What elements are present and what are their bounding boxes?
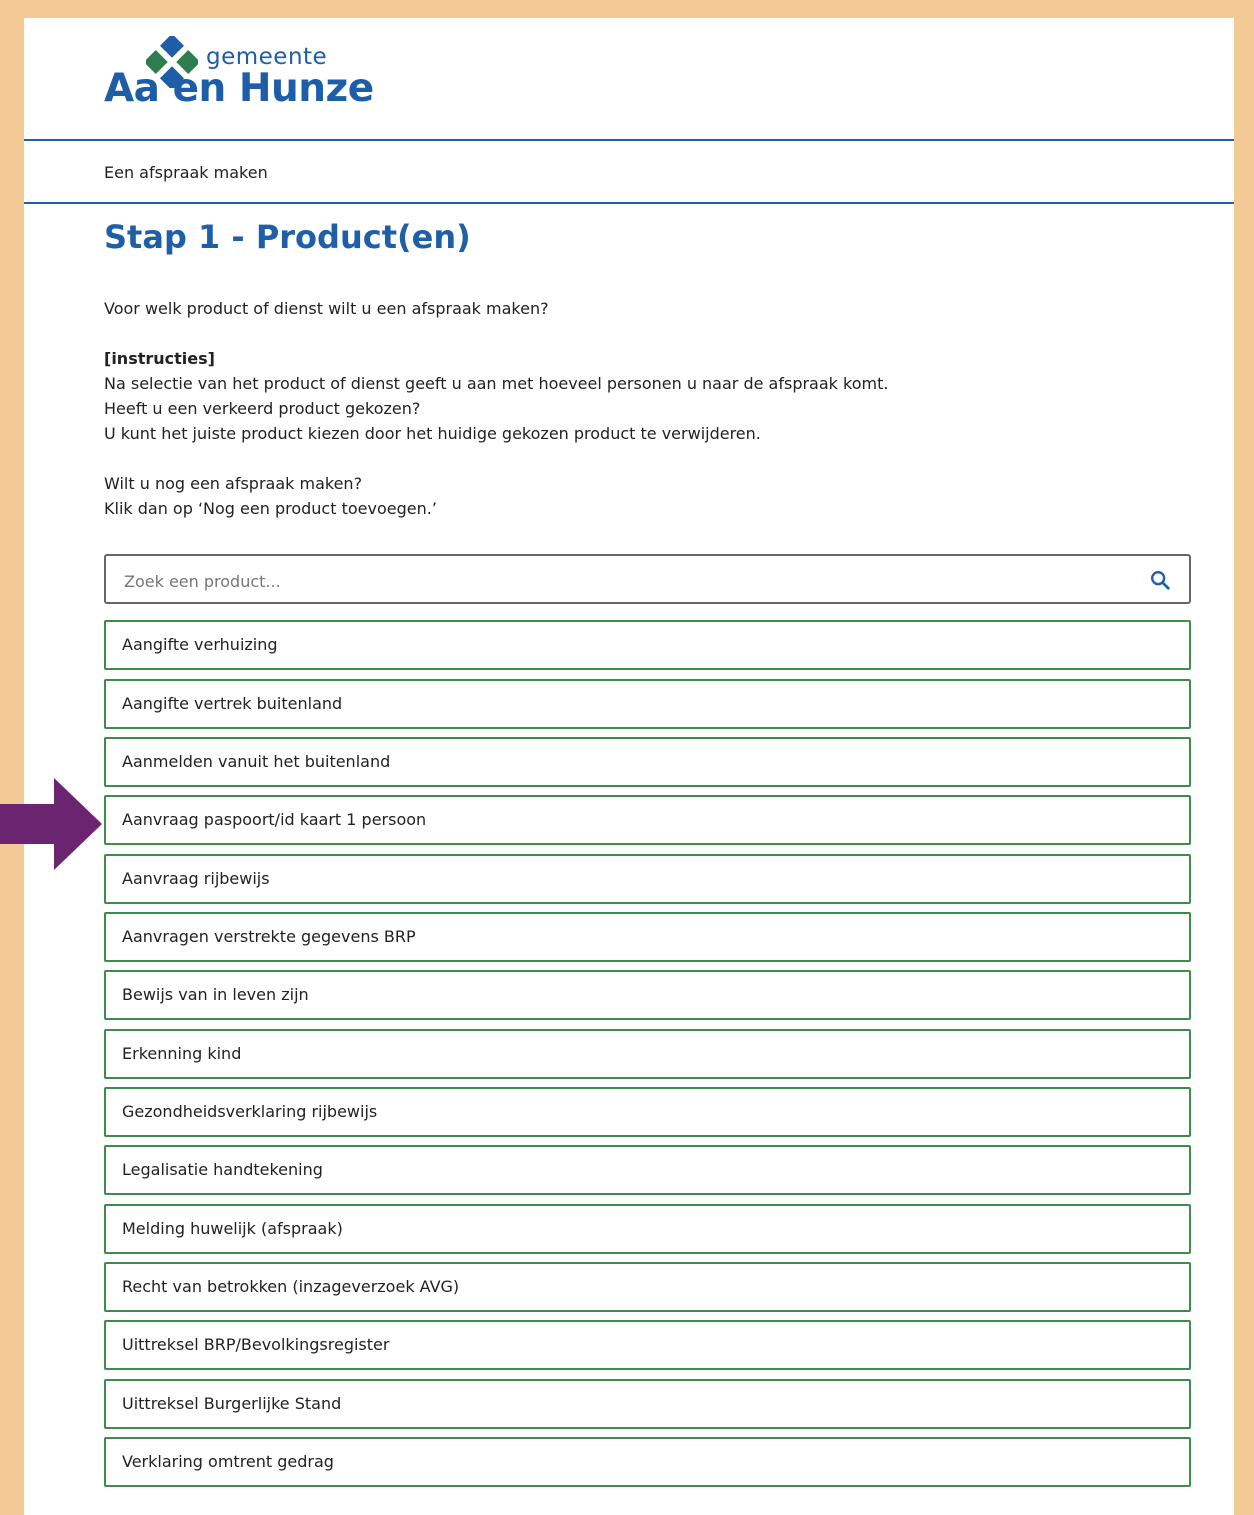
product-label: Aanvragen verstrekte gegevens BRP (122, 927, 416, 946)
product-search-input[interactable] (122, 568, 1106, 594)
product-option[interactable]: Aangifte vertrek buitenland (104, 679, 1191, 729)
logo-text-name: Aa en Hunze (104, 66, 374, 111)
product-label: Aanmelden vanuit het buitenland (122, 752, 391, 771)
page-title: Stap 1 - Product(en) (104, 218, 471, 256)
product-option[interactable]: Uittreksel Burgerlijke Stand (104, 1379, 1191, 1429)
product-option[interactable]: Aanvraag rijbewijs (104, 854, 1191, 904)
product-option[interactable]: Erkenning kind (104, 1029, 1191, 1079)
breadcrumb-divider (24, 202, 1234, 204)
product-label: Legalisatie handtekening (122, 1160, 323, 1179)
product-option[interactable]: Recht van betrokken (inzageverzoek AVG) (104, 1262, 1191, 1312)
product-label: Aangifte vertrek buitenland (122, 694, 343, 713)
page-frame: gemeente Aa en Hunze Een afspraak maken … (18, 18, 1240, 1515)
product-option[interactable]: Uittreksel BRP/Bevolkingsregister (104, 1320, 1191, 1370)
header-divider (24, 139, 1234, 141)
product-label: Aangifte verhuizing (122, 635, 278, 654)
product-label: Aanvraag paspoort/id kaart 1 persoon (122, 810, 427, 829)
instruction-line: Na selectie van het product of dienst ge… (104, 374, 889, 393)
municipality-logo[interactable]: gemeente Aa en Hunze (104, 36, 394, 132)
search-icon[interactable] (1149, 569, 1171, 591)
breadcrumb: Een afspraak maken (104, 163, 268, 182)
product-label: Bewijs van in leven zijn (122, 985, 309, 1004)
product-label: Gezondheidsverklaring rijbewijs (122, 1102, 378, 1121)
site-header: gemeente Aa en Hunze (24, 18, 1234, 140)
instruction-line: Heeft u een verkeerd product gekozen? (104, 399, 421, 418)
product-option[interactable]: Legalisatie handtekening (104, 1145, 1191, 1195)
again-line: Wilt u nog een afspraak maken? (104, 474, 363, 493)
product-option[interactable]: Bewijs van in leven zijn (104, 970, 1191, 1020)
product-label: Melding huwelijk (afspraak) (122, 1219, 343, 1238)
product-search-box (104, 554, 1191, 604)
product-option[interactable]: Aanmelden vanuit het buitenland (104, 737, 1191, 787)
product-option[interactable]: Gezondheidsverklaring rijbewijs (104, 1087, 1191, 1137)
instructions-label: [instructies] (104, 349, 215, 368)
product-label: Verklaring omtrent gedrag (122, 1452, 334, 1471)
product-label: Recht van betrokken (inzageverzoek AVG) (122, 1277, 460, 1296)
product-option[interactable]: Melding huwelijk (afspraak) (104, 1204, 1191, 1254)
product-label: Erkenning kind (122, 1044, 242, 1063)
again-line: Klik dan op ‘Nog een product toevoegen.’ (104, 499, 437, 518)
intro-question: Voor welk product of dienst wilt u een a… (104, 299, 549, 318)
product-label: Aanvraag rijbewijs (122, 869, 270, 888)
highlight-arrow-icon (0, 778, 102, 870)
intro-text: Voor welk product of dienst wilt u een a… (104, 296, 1104, 521)
product-option[interactable]: Aanvragen verstrekte gegevens BRP (104, 912, 1191, 962)
product-option[interactable]: Aangifte verhuizing (104, 620, 1191, 670)
product-option[interactable]: Verklaring omtrent gedrag (104, 1437, 1191, 1487)
product-label: Uittreksel Burgerlijke Stand (122, 1394, 342, 1413)
instruction-line: U kunt het juiste product kiezen door he… (104, 424, 761, 443)
product-option-passport[interactable]: Aanvraag paspoort/id kaart 1 persoon (104, 795, 1191, 845)
product-label: Uittreksel BRP/Bevolkingsregister (122, 1335, 390, 1354)
